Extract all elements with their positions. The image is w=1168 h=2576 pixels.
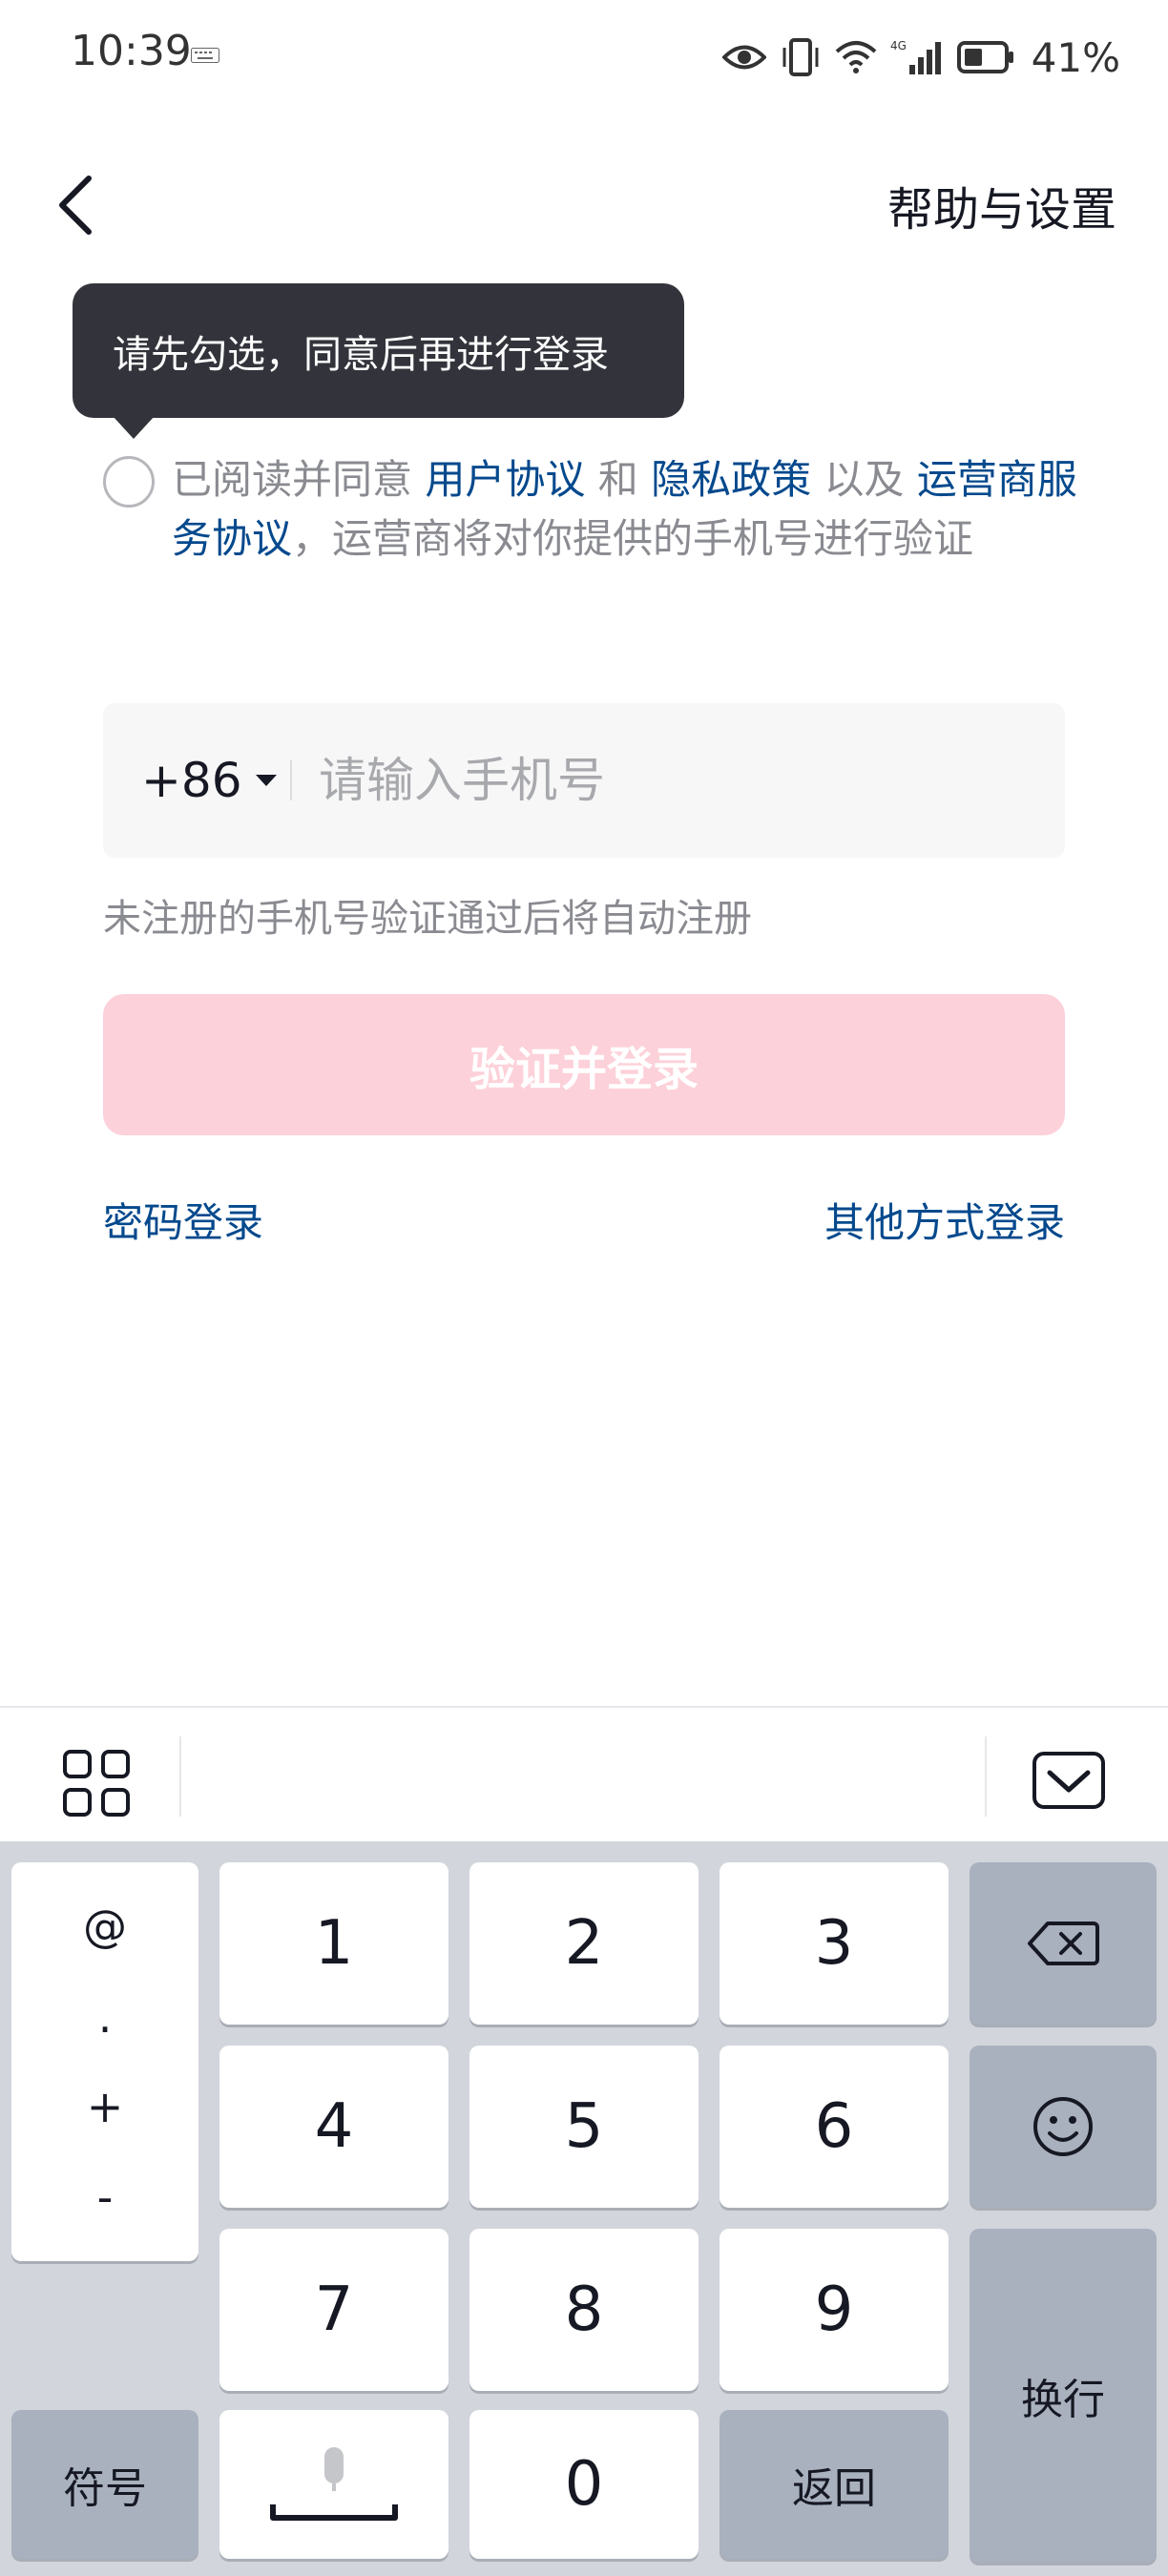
wifi-icon	[835, 41, 876, 73]
hide-keyboard-icon[interactable]	[1031, 1748, 1107, 1815]
country-code-selector[interactable]: +86	[141, 703, 277, 858]
agreement-checkbox[interactable]	[103, 456, 155, 508]
auto-register-hint: 未注册的手机号验证通过后将自动注册	[103, 897, 752, 941]
phone-input-container: +86	[103, 703, 1065, 858]
backspace-icon	[1028, 1922, 1099, 1965]
svg-text:4G: 4G	[890, 39, 907, 52]
key-9[interactable]: 9	[720, 2229, 949, 2391]
input-divider	[290, 760, 292, 800]
agreement-tooltip: 请先勾选，同意后再进行登录	[73, 283, 684, 418]
symbol-key-label: 符号	[63, 2464, 147, 2513]
keyboard-toolbar	[0, 1706, 1168, 1841]
agreement-prefix: 已阅读并同意	[172, 456, 413, 503]
vibrate-icon	[782, 38, 819, 76]
phone-number-input[interactable]	[319, 703, 1025, 858]
newline-key-label: 换行	[1021, 2376, 1105, 2424]
signal-icon: 4G	[890, 39, 941, 74]
back-button[interactable]	[42, 162, 109, 248]
grid-menu-icon[interactable]	[59, 1746, 136, 1822]
caret-down-icon	[255, 775, 277, 786]
key-3[interactable]: 3	[720, 1862, 949, 2025]
key-8[interactable]: 8	[469, 2229, 699, 2391]
voice-space-key[interactable]	[219, 2410, 448, 2559]
privacy-policy-link[interactable]: 隐私政策	[651, 456, 811, 503]
other-login-link[interactable]: 其他方式登录	[824, 1191, 1065, 1249]
keyboard-status-icon	[191, 48, 219, 63]
user-agreement-link[interactable]: 用户协议	[425, 456, 585, 503]
agreement-text: 已阅读并同意 用户协议 和 隐私政策 以及 运营商服务协议，运营商将对你提供的手…	[172, 450, 1078, 569]
agreement-and: 和	[597, 456, 638, 503]
key-2[interactable]: 2	[469, 1862, 699, 2025]
agreement-also: 以及	[824, 456, 905, 503]
key-at[interactable]: @	[83, 1901, 127, 1952]
emoji-key[interactable]	[970, 2046, 1157, 2208]
key-5[interactable]: 5	[469, 2046, 699, 2208]
chevron-left-icon	[59, 176, 92, 235]
key-minus[interactable]: -	[97, 2171, 114, 2223]
key-1[interactable]: 1	[219, 1862, 448, 2025]
help-settings-link[interactable]: 帮助与设置	[887, 172, 1116, 239]
symbol-column-key[interactable]: @ . + -	[11, 1862, 198, 2261]
newline-key[interactable]: 换行	[970, 2229, 1157, 2563]
battery-percent: 41%	[1031, 33, 1120, 81]
key-4[interactable]: 4	[219, 2046, 448, 2208]
status-bar: 10:39 4G 41%	[0, 0, 1168, 114]
symbol-key[interactable]: 符号	[11, 2410, 198, 2559]
numeric-keyboard: @ . + - 1 2 3 4 5 6 7 8 9 换行 符号 0 返回	[0, 1841, 1168, 2576]
status-time: 10:39	[71, 27, 192, 75]
tooltip-text: 请先勾选，同意后再进行登录	[113, 332, 609, 377]
status-icons: 4G 41%	[721, 29, 1120, 86]
agreement-suffix: ，运营商将对你提供的手机号进行验证	[292, 515, 974, 562]
key-dot[interactable]: .	[98, 1991, 113, 2043]
verify-login-button[interactable]: 验证并登录	[103, 994, 1065, 1135]
key-6[interactable]: 6	[720, 2046, 949, 2208]
return-key-label: 返回	[792, 2464, 876, 2513]
toolbar-divider	[985, 1736, 987, 1817]
key-plus[interactable]: +	[87, 2081, 124, 2132]
country-code-value: +86	[141, 753, 242, 808]
backspace-key[interactable]	[970, 1862, 1157, 2025]
battery-icon	[956, 41, 1013, 73]
eye-icon	[721, 45, 766, 70]
key-7[interactable]: 7	[219, 2229, 448, 2391]
tooltip-arrow	[113, 416, 155, 439]
password-login-link[interactable]: 密码登录	[103, 1191, 263, 1249]
return-key[interactable]: 返回	[720, 2410, 949, 2559]
key-0[interactable]: 0	[469, 2410, 699, 2559]
microphone-icon	[270, 2447, 398, 2521]
toolbar-divider	[179, 1736, 181, 1817]
smiley-icon	[1033, 2097, 1093, 2156]
